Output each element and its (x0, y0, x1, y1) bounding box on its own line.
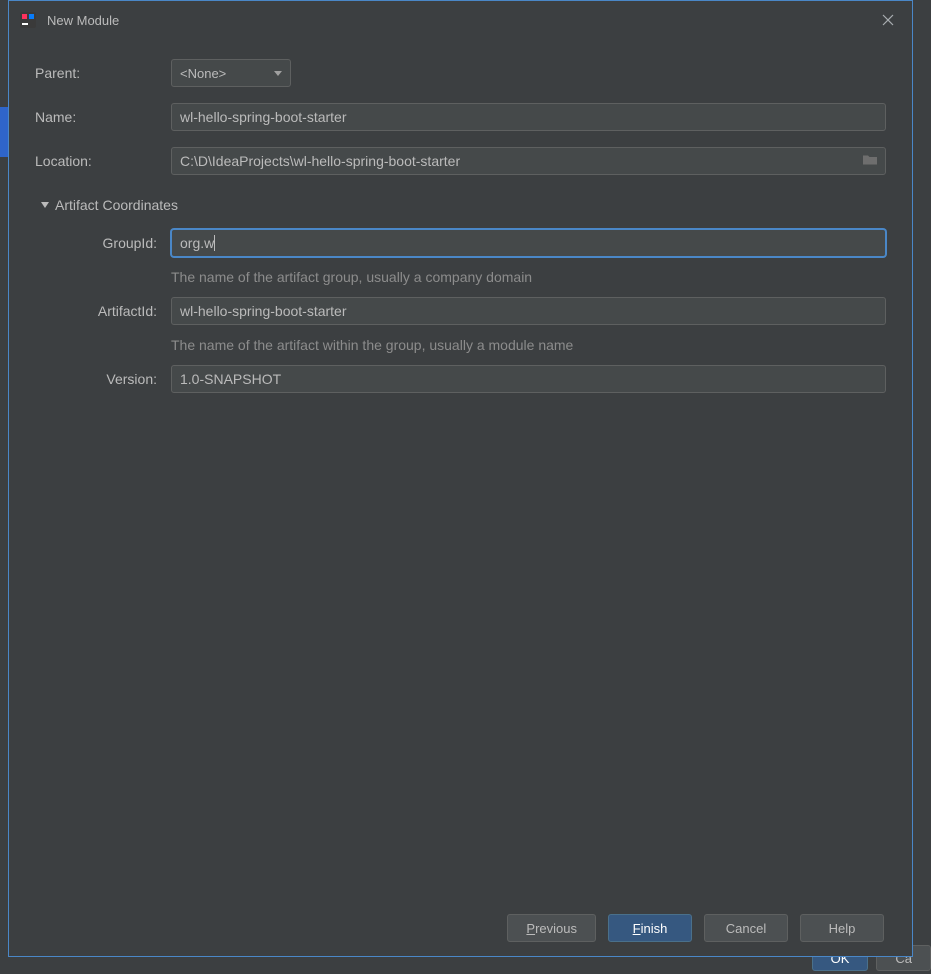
titlebar: New Module (9, 1, 912, 39)
parent-select[interactable]: <None> (171, 59, 291, 87)
artifactid-label: ArtifactId: (65, 303, 171, 319)
chevron-down-icon (274, 71, 282, 76)
location-input[interactable] (171, 147, 886, 175)
intellij-icon (19, 11, 37, 29)
location-label: Location: (35, 153, 171, 169)
expand-triangle-icon (41, 202, 49, 208)
artifact-coordinates-label: Artifact Coordinates (55, 197, 178, 213)
groupid-row: GroupId: org.w (65, 229, 886, 257)
artifact-coordinates-header[interactable]: Artifact Coordinates (41, 197, 886, 213)
previous-button[interactable]: Previous (507, 914, 596, 942)
name-label: Name: (35, 109, 171, 125)
finish-button[interactable]: Finish (608, 914, 692, 942)
groupid-label: GroupId: (65, 235, 171, 251)
groupid-input[interactable]: org.w (171, 229, 886, 257)
version-label: Version: (65, 371, 171, 387)
background-selection-strip (0, 107, 8, 157)
name-row: Name: (35, 103, 886, 131)
help-button[interactable]: Help (800, 914, 884, 942)
groupid-value: org.w (180, 235, 214, 251)
window-title: New Module (47, 13, 874, 28)
artifact-coordinates-section: GroupId: org.w The name of the artifact … (35, 229, 886, 393)
button-bar: Previous Finish Cancel Help (9, 900, 912, 956)
name-input[interactable] (171, 103, 886, 131)
new-module-dialog: New Module Parent: <None> Name: Location… (8, 0, 913, 957)
version-input[interactable] (171, 365, 886, 393)
text-caret (214, 235, 215, 251)
cancel-button[interactable]: Cancel (704, 914, 788, 942)
browse-folder-icon[interactable] (862, 153, 878, 170)
parent-row: Parent: <None> (35, 59, 886, 87)
dialog-content: Parent: <None> Name: Location: Artifact … (9, 39, 912, 900)
parent-select-value: <None> (180, 66, 226, 81)
artifactid-input[interactable] (171, 297, 886, 325)
parent-label: Parent: (35, 65, 171, 81)
version-row: Version: (65, 365, 886, 393)
artifactid-hint: The name of the artifact within the grou… (171, 337, 886, 353)
groupid-hint: The name of the artifact group, usually … (171, 269, 886, 285)
close-button[interactable] (874, 6, 902, 34)
artifactid-row: ArtifactId: (65, 297, 886, 325)
location-row: Location: (35, 147, 886, 175)
